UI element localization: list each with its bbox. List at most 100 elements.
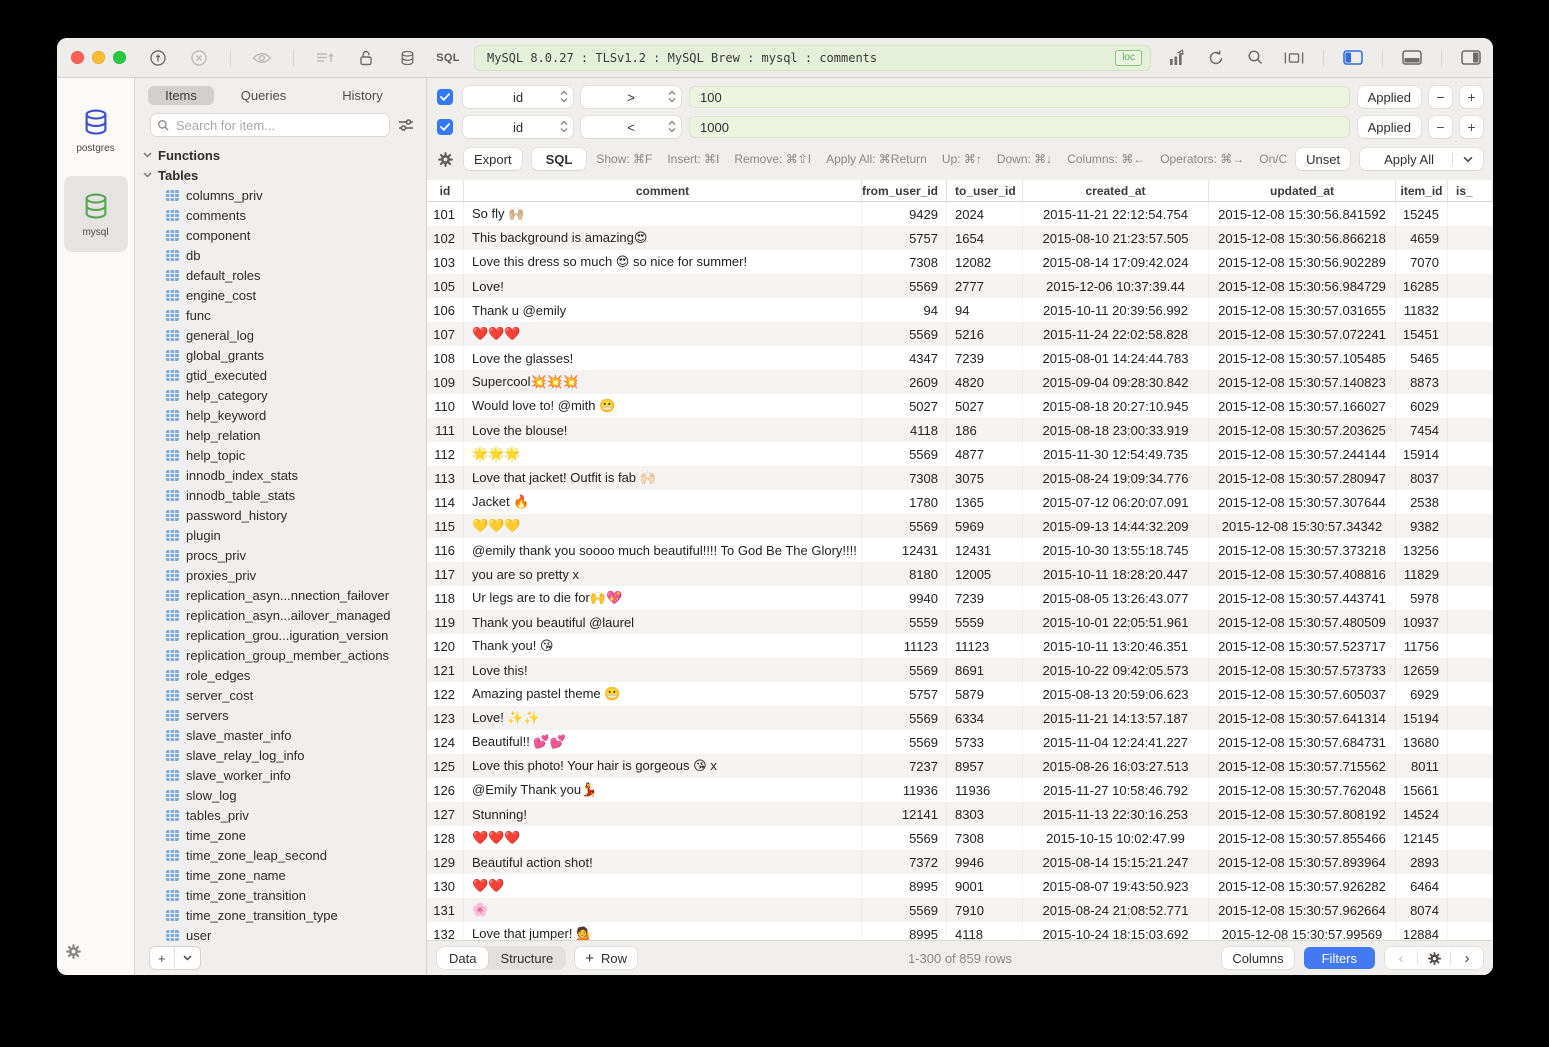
cell-created_at[interactable]: 2015-09-04 09:28:30.842 [1023, 370, 1209, 394]
cell-comment[interactable]: Supercool💥💥💥 [464, 370, 862, 394]
cell-is_[interactable] [1448, 202, 1493, 226]
sidebar-item-table[interactable]: replication_asyn...ailover_managed [135, 605, 426, 625]
sidebar-item-table[interactable]: comments [135, 205, 426, 225]
sidebar-item-table[interactable]: innodb_index_stats [135, 465, 426, 485]
table-row[interactable]: 105Love!556927772015-12-06 10:37:39.4420… [427, 274, 1493, 298]
cell-created_at[interactable]: 2015-08-07 19:43:50.923 [1023, 874, 1209, 898]
cell-from_user_id[interactable]: 5559 [862, 610, 947, 634]
cell-item_id[interactable]: 15245 [1396, 202, 1448, 226]
cell-from_user_id[interactable]: 12141 [862, 802, 947, 826]
table-row[interactable]: 124Beautiful!! 💕💕556957332015-11-04 12:2… [427, 730, 1493, 754]
cell-comment[interactable]: ❤️❤️❤️ [464, 322, 862, 346]
center-layout-icon[interactable] [1284, 48, 1304, 68]
cell-updated_at[interactable]: 2015-12-08 15:30:57.99569 [1209, 922, 1396, 940]
cell-is_[interactable] [1448, 370, 1493, 394]
cell-comment[interactable]: 🌟🌟🌟 [464, 442, 862, 466]
columns-button[interactable]: Columns [1222, 947, 1293, 969]
cell-is_[interactable] [1448, 874, 1493, 898]
cell-created_at[interactable]: 2015-07-12 06:20:07.091 [1023, 490, 1209, 514]
cell-from_user_id[interactable]: 5569 [862, 898, 947, 922]
cell-from_user_id[interactable]: 8995 [862, 874, 947, 898]
cell-updated_at[interactable]: 2015-12-08 15:30:56.984729 [1209, 274, 1396, 298]
column-header-comment[interactable]: comment [464, 180, 862, 201]
cell-item_id[interactable]: 13680 [1396, 730, 1448, 754]
tree-group-tables[interactable]: Tables [135, 165, 426, 185]
column-header-from_user_id[interactable]: from_user_id [862, 180, 947, 201]
cell-id[interactable]: 116 [427, 538, 464, 562]
cell-is_[interactable] [1448, 226, 1493, 250]
tab-queries[interactable]: Queries [214, 86, 313, 105]
table-row[interactable]: 118Ur legs are to die for🙌💖994072392015-… [427, 586, 1493, 610]
cell-created_at[interactable]: 2015-10-22 09:42:05.573 [1023, 658, 1209, 682]
column-header-updated_at[interactable]: updated_at [1209, 180, 1396, 201]
cell-item_id[interactable]: 15451 [1396, 322, 1448, 346]
table-row[interactable]: 109Supercool💥💥💥260948202015-09-04 09:28:… [427, 370, 1493, 394]
cell-item_id[interactable]: 6464 [1396, 874, 1448, 898]
column-header-created_at[interactable]: created_at [1023, 180, 1209, 201]
cell-from_user_id[interactable]: 5757 [862, 682, 947, 706]
sidebar-item-table[interactable]: role_edges [135, 665, 426, 685]
cell-is_[interactable] [1448, 274, 1493, 298]
column-header-item_id[interactable]: item_id [1396, 180, 1448, 201]
cell-updated_at[interactable]: 2015-12-08 15:30:57.140823 [1209, 370, 1396, 394]
search-input[interactable] [174, 117, 383, 134]
table-row[interactable]: 121Love this!556986912015-10-22 09:42:05… [427, 658, 1493, 682]
table-row[interactable]: 127Stunning!1214183032015-11-13 22:30:16… [427, 802, 1493, 826]
cell-item_id[interactable]: 5978 [1396, 586, 1448, 610]
cell-id[interactable]: 120 [427, 634, 464, 658]
sidebar-item-table[interactable]: help_keyword [135, 405, 426, 425]
cell-updated_at[interactable]: 2015-12-08 15:30:57.893964 [1209, 850, 1396, 874]
cell-updated_at[interactable]: 2015-12-08 15:30:57.573733 [1209, 658, 1396, 682]
sidebar-item-table[interactable]: help_topic [135, 445, 426, 465]
sidebar-item-table[interactable]: replication_grou...iguration_version [135, 625, 426, 645]
filter-value-input[interactable]: 1000 [689, 116, 1350, 138]
cell-created_at[interactable]: 2015-10-01 22:05:51.961 [1023, 610, 1209, 634]
sidebar-item-table[interactable]: replication_asyn...nnection_failover [135, 585, 426, 605]
cell-from_user_id[interactable]: 7308 [862, 466, 947, 490]
cell-item_id[interactable]: 8011 [1396, 754, 1448, 778]
sidebar-item-table[interactable]: gtid_executed [135, 365, 426, 385]
preview-eye-icon[interactable] [252, 48, 272, 68]
sidebar-item-table[interactable]: servers [135, 705, 426, 725]
cell-comment[interactable]: Thank you! 😘 [464, 634, 862, 658]
cell-id[interactable]: 131 [427, 898, 464, 922]
add-item-menu-button[interactable] [175, 947, 200, 969]
cell-item_id[interactable]: 6929 [1396, 682, 1448, 706]
filter-enabled-checkbox[interactable] [437, 89, 453, 105]
zoom-window-button[interactable] [113, 51, 126, 64]
sidebar-item-table[interactable]: help_relation [135, 425, 426, 445]
open-sql-query-button[interactable]: SQL [438, 48, 458, 68]
cell-id[interactable]: 102 [427, 226, 464, 250]
minimize-window-button[interactable] [92, 51, 105, 64]
cell-item_id[interactable]: 11829 [1396, 562, 1448, 586]
cell-to_user_id[interactable]: 2024 [947, 202, 1023, 226]
cell-comment[interactable]: Love this! [464, 658, 862, 682]
cell-item_id[interactable]: 15914 [1396, 442, 1448, 466]
cell-id[interactable]: 108 [427, 346, 464, 370]
cell-updated_at[interactable]: 2015-12-08 15:30:57.443741 [1209, 586, 1396, 610]
cell-to_user_id[interactable]: 5559 [947, 610, 1023, 634]
export-button[interactable]: Export [464, 148, 522, 170]
cell-is_[interactable] [1448, 898, 1493, 922]
add-filter-button[interactable]: + [1460, 116, 1483, 138]
cell-comment[interactable]: This background is amazing😍 [464, 226, 862, 250]
cell-is_[interactable] [1448, 418, 1493, 442]
cell-comment[interactable]: ❤️❤️ [464, 874, 862, 898]
filter-enabled-checkbox[interactable] [437, 119, 453, 135]
cell-to_user_id[interactable]: 12431 [947, 538, 1023, 562]
search-icon[interactable] [1245, 48, 1265, 68]
cell-item_id[interactable]: 12659 [1396, 658, 1448, 682]
filter-operator-select[interactable]: < [581, 116, 681, 138]
logs-icon[interactable] [315, 48, 335, 68]
filter-sliders-icon[interactable] [398, 118, 414, 132]
cell-to_user_id[interactable]: 7239 [947, 346, 1023, 370]
table-row[interactable]: 112🌟🌟🌟556948772015-11-30 12:54:49.735201… [427, 442, 1493, 466]
tab-history[interactable]: History [313, 86, 412, 105]
cell-updated_at[interactable]: 2015-12-08 15:30:57.34342 [1209, 514, 1396, 538]
cell-to_user_id[interactable]: 8957 [947, 754, 1023, 778]
cell-is_[interactable] [1448, 298, 1493, 322]
sidebar-item-table[interactable]: component [135, 225, 426, 245]
table-row[interactable]: 108Love the glasses!434772392015-08-01 1… [427, 346, 1493, 370]
cell-is_[interactable] [1448, 850, 1493, 874]
refresh-icon[interactable] [1206, 48, 1226, 68]
